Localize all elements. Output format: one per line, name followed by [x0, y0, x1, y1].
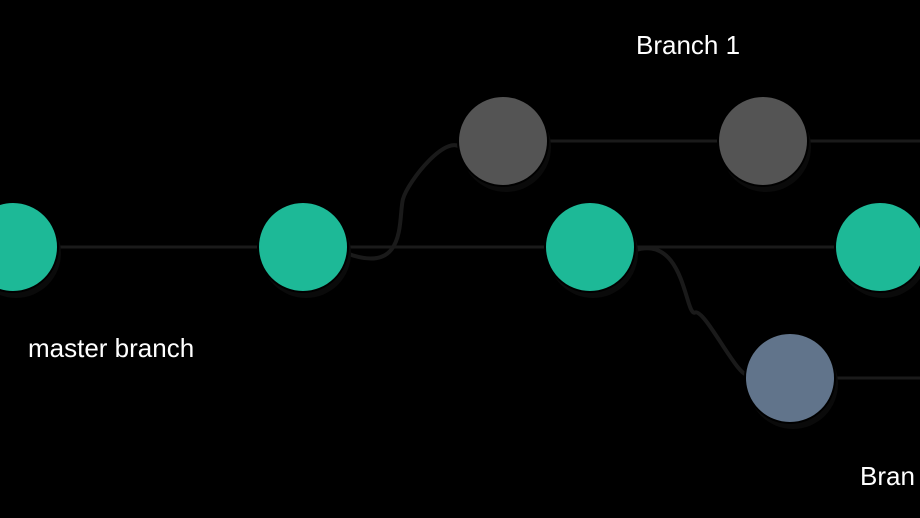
master-branch-label: master branch: [28, 333, 194, 364]
branch-diagram: [0, 0, 920, 518]
branch1-commit-0: [458, 96, 548, 186]
branch1-commit-1: [718, 96, 808, 186]
branch2-commit-0: [745, 333, 835, 423]
master-commit-1: [258, 202, 348, 292]
branch1-label: Branch 1: [636, 30, 740, 61]
master-commit-2: [545, 202, 635, 292]
master-commit-3: [835, 202, 920, 292]
branch2-label: Bran: [860, 461, 915, 492]
